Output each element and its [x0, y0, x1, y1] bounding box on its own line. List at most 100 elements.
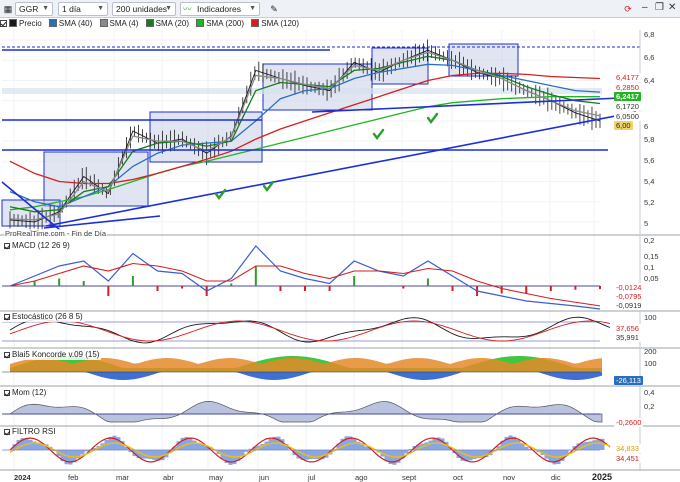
x-tick-oct: oct	[453, 473, 464, 482]
koncorde-value: -26,113	[614, 376, 643, 385]
macd-signal-line	[9, 262, 601, 307]
panel-title-macd[interactable]: MACD (12 26 9)	[2, 241, 72, 251]
price-tick: 6,8	[644, 30, 655, 39]
x-tick-2024: 2024	[14, 473, 31, 482]
sma40-value: 6,2850	[614, 83, 641, 92]
price-tick: 6,6	[644, 53, 655, 62]
x-tick-sept: sept	[402, 473, 417, 482]
x-tick-jul: jul	[308, 473, 316, 482]
koncorde-tick: 100	[644, 359, 657, 368]
panel-title-mom[interactable]: Mom (12)	[2, 388, 49, 398]
checkbox-icon	[4, 243, 10, 249]
macd-histogram-bar	[328, 286, 331, 291]
sma200-value: 6,2417	[614, 92, 641, 101]
checkbox-icon	[4, 390, 10, 396]
price-tick: 5,2	[644, 198, 655, 207]
price-tick: 5,4	[644, 177, 655, 186]
macd-tick: 0,1	[644, 263, 655, 272]
macd-histogram-value: -0,0124	[614, 283, 644, 292]
macd-histogram-bar	[156, 286, 159, 291]
sma4-value: 6,0500	[614, 112, 641, 121]
rsi-bar	[148, 450, 153, 460]
rsi-bar	[472, 450, 477, 460]
macd-histogram-bar	[500, 286, 503, 294]
macd-tick: 0,05	[644, 274, 659, 283]
rsi-bar	[192, 440, 197, 450]
rsi-value-2: 34,451	[614, 454, 641, 463]
price-tick: 6	[644, 122, 649, 131]
macd-histogram-bar	[574, 286, 577, 290]
rsi-bar	[308, 450, 313, 460]
mom-value: -0,2600	[614, 418, 644, 427]
rsi-bar	[352, 438, 357, 450]
watermark: ProRealTime.com - Fin de Día	[4, 229, 108, 238]
stoch-k-value: 37,656	[614, 324, 641, 333]
checkbox-icon	[4, 352, 10, 358]
macd-histogram-bar	[402, 286, 405, 289]
rsi-bar	[596, 438, 601, 450]
macd-histogram-bar	[304, 286, 306, 291]
sma20-value: 6,1720	[614, 102, 641, 111]
x-tick-2025: 2025	[592, 472, 613, 482]
rsi-bar	[592, 440, 597, 450]
x-tick-may: may	[209, 473, 224, 482]
panel-title-text: Blai5 Koncorde v.09 (15)	[12, 350, 100, 359]
macd-histogram-bar	[107, 286, 110, 296]
macd-histogram-bar	[549, 286, 552, 291]
check-mark	[214, 188, 227, 200]
mom-tick: 0,2	[644, 402, 655, 411]
x-tick-mar: mar	[116, 473, 129, 482]
macd-signal-value: -0,0795	[614, 292, 644, 301]
rsi-bar	[516, 439, 521, 450]
rsi-bar	[432, 438, 437, 450]
x-tick-jun: jun	[259, 473, 270, 482]
x-tick-dic: dic	[551, 473, 561, 482]
macd-line-value: -0,0919	[614, 301, 644, 310]
price-tick: 5,8	[644, 135, 655, 144]
panel-title-text: Mom (12)	[12, 388, 47, 397]
panel-title-text: MACD (12 26 9)	[12, 241, 70, 250]
panel-title-koncorde[interactable]: Blai5 Koncorde v.09 (15)	[2, 350, 102, 360]
macd-histogram-bar	[254, 266, 257, 286]
macd-histogram-bar	[451, 286, 454, 291]
macd-histogram-bar	[131, 276, 134, 286]
stoch-tick: 100	[644, 313, 657, 322]
check-mark	[372, 128, 385, 140]
last-price-value: 6,00	[614, 121, 633, 130]
stoch-d-value: 35,991	[614, 333, 641, 342]
koncorde-tick: 200	[644, 347, 657, 356]
x-tick-abr: abr	[163, 473, 174, 482]
rsi-bar	[524, 446, 529, 450]
rsi-bar	[80, 450, 85, 455]
sma120-value: 6,4177	[614, 73, 641, 82]
price-tick: 5,6	[644, 156, 655, 165]
checkbox-icon	[4, 429, 10, 435]
rsi-bar	[152, 450, 157, 460]
macd-histogram-bar	[426, 278, 429, 286]
macd-histogram-bar	[58, 278, 61, 286]
rsi-value-1: 34,833	[614, 444, 641, 453]
panel-title-stoch[interactable]: Estocástico (26 8 5)	[2, 312, 85, 322]
checkbox-icon	[4, 314, 10, 320]
rsi-bar	[588, 441, 593, 450]
price-tick: 5	[644, 219, 649, 228]
x-tick-nov: nov	[503, 473, 516, 482]
macd-tick: 0,2	[644, 236, 655, 245]
rsi-bar	[404, 450, 409, 454]
macd-histogram-bar	[82, 281, 85, 286]
macd-histogram-bar	[279, 286, 282, 291]
stoch-d-line	[9, 320, 611, 342]
rsi-bar	[360, 444, 365, 450]
rsi-bar	[28, 439, 33, 450]
chart-canvas[interactable]	[0, 0, 680, 482]
macd-histogram-bar	[33, 281, 36, 286]
rsi-bar	[428, 440, 433, 450]
panel-title-rsi[interactable]: FILTRO RSI	[2, 427, 58, 437]
panel-title-text: Estocástico (26 8 5)	[12, 312, 83, 321]
x-tick-feb: feb	[68, 473, 79, 482]
rsi-bar	[312, 450, 317, 459]
macd-histogram-bar	[599, 286, 601, 290]
mom-tick: 0,4	[644, 388, 655, 397]
macd-histogram-bar	[525, 286, 528, 294]
x-tick-ago: ago	[355, 473, 368, 482]
